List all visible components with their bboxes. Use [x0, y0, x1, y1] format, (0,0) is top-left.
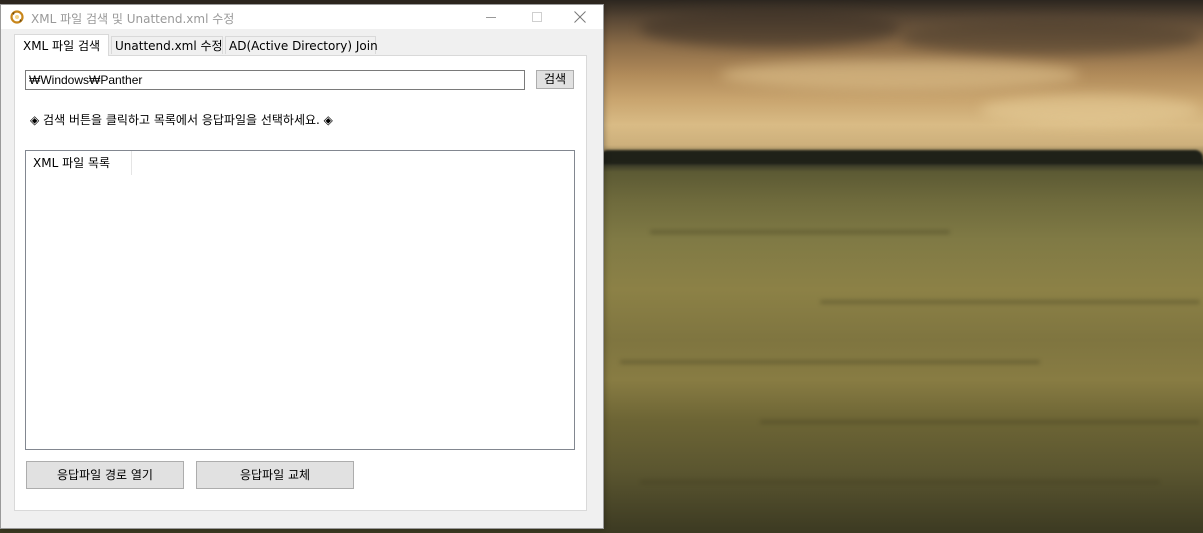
tab-label: Unattend.xml 수정 — [115, 39, 223, 53]
close-icon — [574, 11, 586, 23]
xml-file-list[interactable]: XML 파일 목록 — [25, 150, 575, 450]
search-button[interactable]: 검색 — [536, 70, 574, 89]
grass-streak — [760, 420, 1200, 424]
grass-streak — [640, 480, 1160, 484]
maximize-button[interactable] — [514, 5, 560, 29]
title-bar[interactable]: XML 파일 검색 및 Unattend.xml 수정 — [1, 5, 603, 29]
column-header-xml-files[interactable]: XML 파일 목록 — [26, 151, 132, 175]
path-input[interactable]: ₩Windows₩Panther — [25, 70, 525, 90]
tab-xml-search[interactable]: XML 파일 검색 — [14, 34, 109, 56]
cloud — [640, 8, 900, 48]
treeline — [600, 150, 1203, 164]
cloud — [720, 60, 1080, 90]
cloud — [980, 95, 1200, 125]
grass-streak — [650, 230, 950, 234]
tab-label: XML 파일 검색 — [22, 39, 101, 53]
maximize-icon — [532, 12, 542, 22]
replace-answer-file-button[interactable]: 응답파일 교체 — [196, 461, 354, 489]
open-answer-file-path-button[interactable]: 응답파일 경로 열기 — [26, 461, 184, 489]
minimize-icon — [486, 17, 496, 18]
grass-streak — [820, 300, 1200, 304]
tab-unattend-edit[interactable]: Unattend.xml 수정 — [111, 36, 223, 54]
grass-streak — [620, 360, 1040, 364]
instruction-text: ◈ 검색 버튼을 클릭하고 목록에서 응답파일을 선택하세요. ◈ — [30, 113, 333, 127]
close-button[interactable] — [557, 5, 603, 29]
tab-label: AD(Active Directory) Join — [229, 39, 378, 53]
window-title: XML 파일 검색 및 Unattend.xml 수정 — [31, 12, 235, 26]
app-sync-icon — [10, 10, 24, 24]
minimize-button[interactable] — [468, 5, 514, 29]
tab-ad-join[interactable]: AD(Active Directory) Join — [225, 36, 378, 54]
cloud — [900, 20, 1200, 55]
